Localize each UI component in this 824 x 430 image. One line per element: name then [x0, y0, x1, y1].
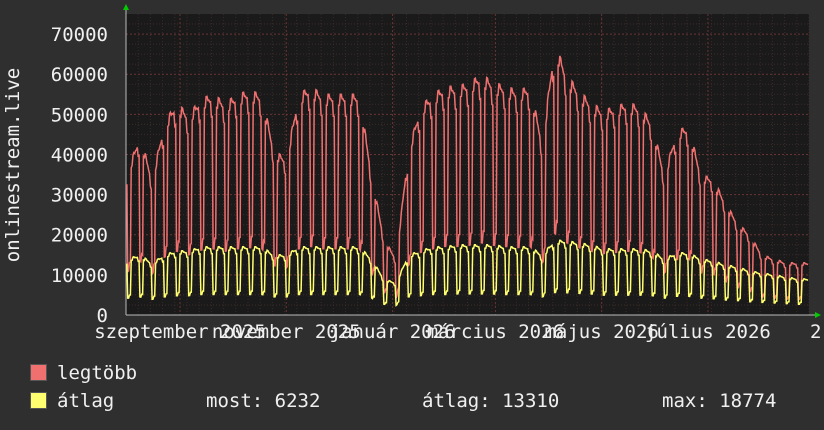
stat-average: átlag: 13310 [422, 390, 560, 412]
y-axis-arrow [123, 4, 129, 10]
stat-max: max: 18774 [662, 390, 777, 412]
legend-swatch-avg [30, 392, 47, 409]
x-tick-label: 2 [810, 321, 821, 343]
y-tick-label: 20000 [51, 225, 108, 247]
stat-current: most: 6232 [206, 390, 321, 412]
legend-item-max: legtöbb [30, 362, 137, 384]
y-tick-label: 50000 [51, 104, 108, 126]
legend-swatch-max [30, 364, 47, 381]
x-tick-label: március 2026 [427, 321, 564, 343]
legend-label-avg: átlag [57, 390, 115, 412]
x-tick-label: május 2026 [544, 321, 658, 343]
y-tick-label: 10000 [51, 265, 108, 287]
y-tick-label: 30000 [51, 185, 108, 207]
y-axis: 010000200003000040000500006000070000 [51, 4, 129, 327]
y-tick-label: 60000 [51, 64, 108, 86]
x-axis-arrow [815, 312, 821, 318]
x-tick-label: július 2026 [645, 321, 771, 343]
y-tick-label: 40000 [51, 144, 108, 166]
legend-item-avg: átlag [30, 390, 114, 412]
y-axis-label: onlinestream.live [2, 68, 24, 262]
legend-label-max: legtöbb [57, 362, 138, 384]
y-tick-label: 70000 [51, 24, 108, 46]
x-axis: szeptember 2025november 2025január 2026m… [94, 312, 821, 343]
